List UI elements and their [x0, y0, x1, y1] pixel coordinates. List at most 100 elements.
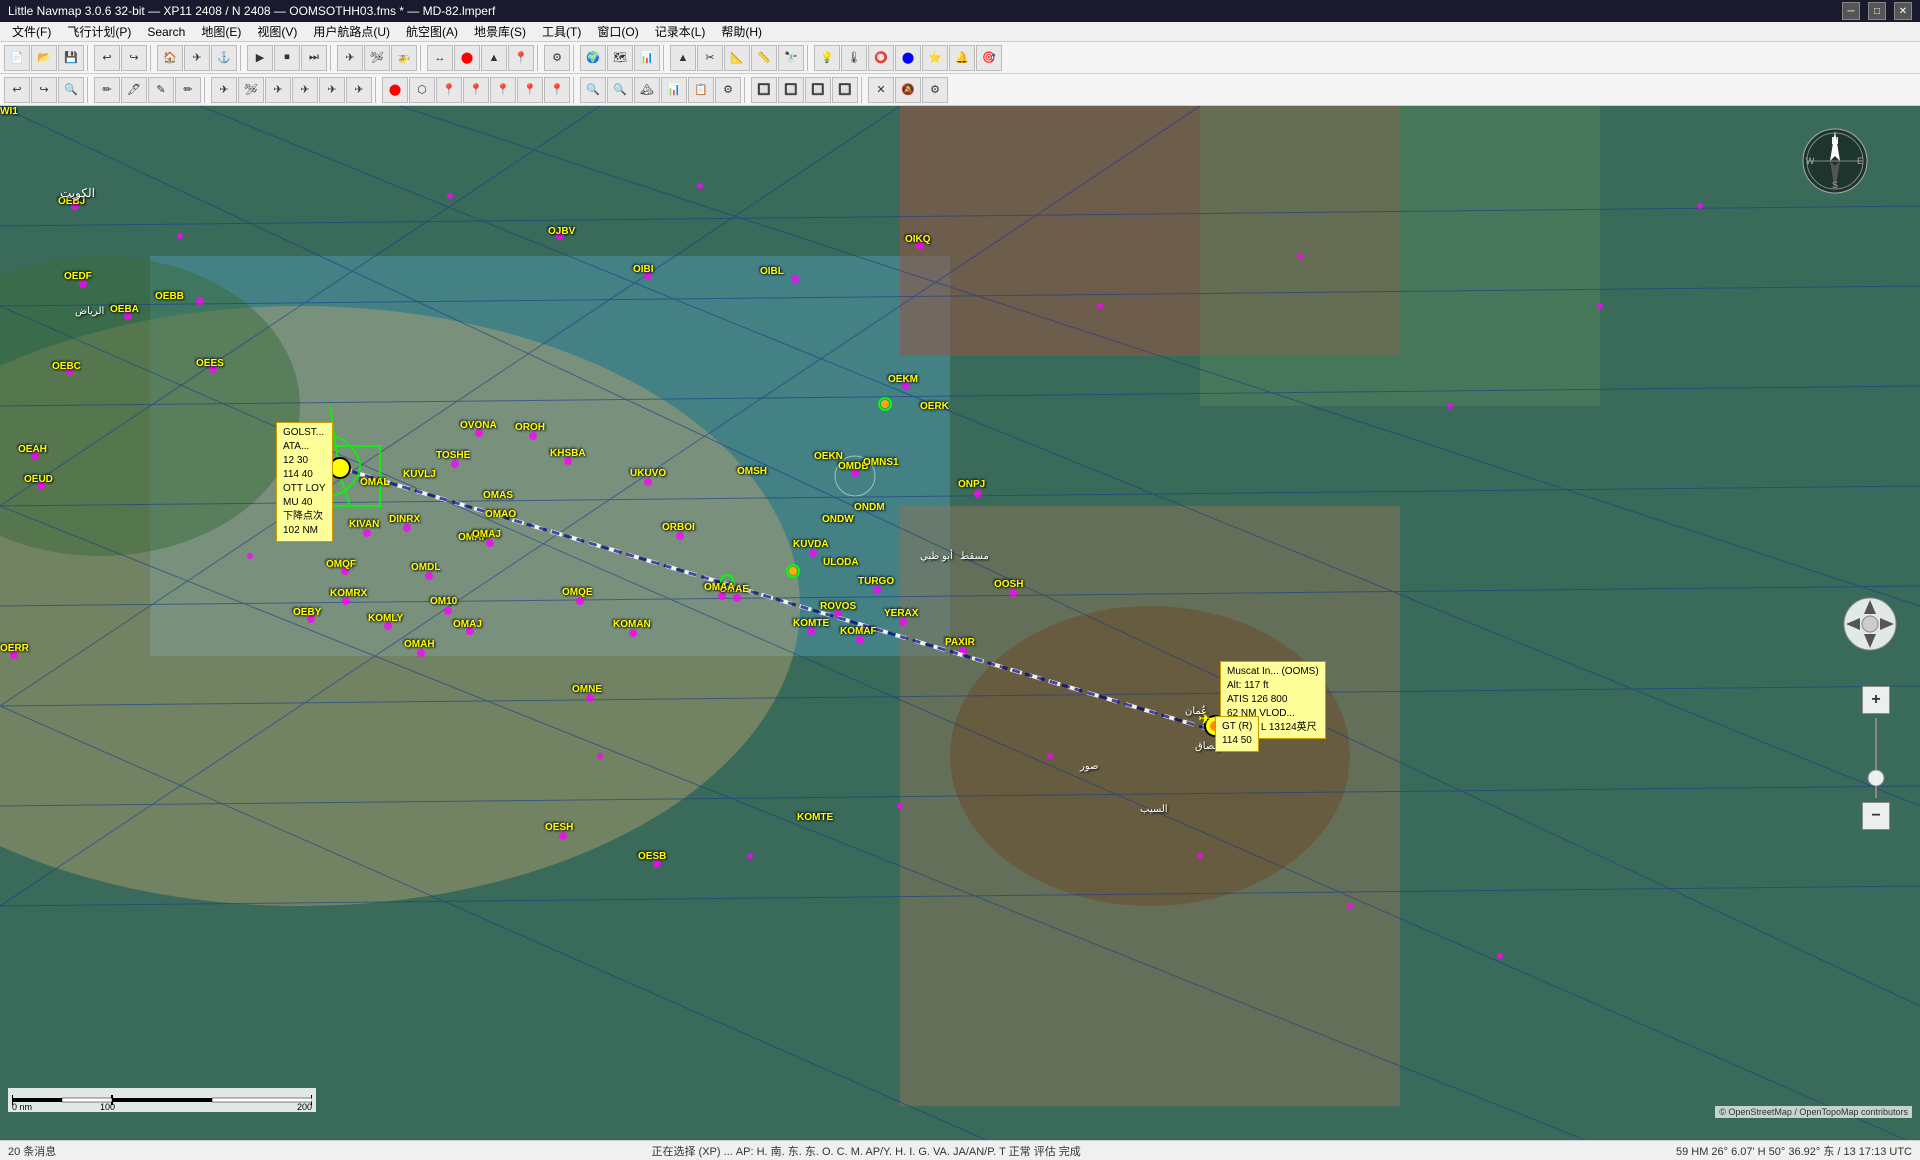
- tb2-red[interactable]: ⬤: [382, 77, 408, 103]
- tb2-redo[interactable]: ↪: [31, 77, 57, 103]
- tb2-ac1[interactable]: ✈: [211, 77, 237, 103]
- ruler-button[interactable]: 📏: [751, 45, 777, 71]
- menu-item-9[interactable]: 窗口(O): [589, 21, 646, 42]
- menu-item-1[interactable]: 飞行计划(P): [59, 21, 139, 42]
- svg-text:S: S: [1832, 180, 1838, 190]
- maximize-button[interactable]: □: [1868, 2, 1886, 20]
- titlebar-title: Little Navmap 3.0.6 32-bit — XP11 2408 /…: [8, 4, 495, 18]
- menu-item-10[interactable]: 记录本(L): [647, 21, 714, 42]
- tb2-mountain[interactable]: 🏔: [634, 77, 660, 103]
- tb2-pin5[interactable]: 📍: [544, 77, 570, 103]
- tb2-edit1[interactable]: ✏: [94, 77, 120, 103]
- route-button[interactable]: ↔: [427, 45, 453, 71]
- open-button[interactable]: 📂: [31, 45, 57, 71]
- tb2-sep1: [87, 77, 91, 103]
- tb2-pin3[interactable]: 📍: [490, 77, 516, 103]
- light-button[interactable]: 💡: [814, 45, 840, 71]
- scope-button[interactable]: 🔭: [778, 45, 804, 71]
- save-button[interactable]: 💾: [58, 45, 84, 71]
- svg-text:W: W: [1806, 156, 1815, 166]
- measure-button[interactable]: 📐: [724, 45, 750, 71]
- titlebar-controls: ─ □ ✕: [1842, 2, 1912, 20]
- minimize-button[interactable]: ─: [1842, 2, 1860, 20]
- menu-item-11[interactable]: 帮助(H): [713, 21, 770, 42]
- aircraft2-button[interactable]: ✈: [337, 45, 363, 71]
- zoom-out-button[interactable]: −: [1862, 802, 1890, 830]
- tb2-ac5[interactable]: ✈: [319, 77, 345, 103]
- tb2-ac6[interactable]: ✈: [346, 77, 372, 103]
- stop-button[interactable]: ⏹: [274, 45, 300, 71]
- compass: N S E W: [1800, 126, 1870, 196]
- anchor-button[interactable]: ⚓: [211, 45, 237, 71]
- aircraft3-button[interactable]: 🛩: [364, 45, 390, 71]
- tb2-pin1[interactable]: 📍: [436, 77, 462, 103]
- tb2-pin2[interactable]: 📍: [463, 77, 489, 103]
- blue-circle-button[interactable]: ⬤: [895, 45, 921, 71]
- circle-button[interactable]: ⭕: [868, 45, 894, 71]
- scalebar: 0 nm 100 200: [8, 1088, 316, 1112]
- redo-button[interactable]: ↪: [121, 45, 147, 71]
- play-button[interactable]: ▶: [247, 45, 273, 71]
- tb2-ac3[interactable]: ✈: [265, 77, 291, 103]
- tb2-rect3[interactable]: 🔲: [805, 77, 831, 103]
- zoom-in-button[interactable]: +: [1862, 686, 1890, 714]
- menu-item-5[interactable]: 用户航路点(U): [305, 21, 398, 42]
- toolbar2: ↩ ↪ 🔍 ✏ 🖊 ✎ ✏ ✈ 🛩 ✈ ✈ ✈ ✈ ⬤ ⬡ 📍 📍 📍 📍 📍 …: [0, 74, 1920, 106]
- heli-button[interactable]: 🚁: [391, 45, 417, 71]
- tb2-pin4[interactable]: 📍: [517, 77, 543, 103]
- menu-item-3[interactable]: 地图(E): [193, 21, 249, 42]
- red-circle-button[interactable]: ⬤: [454, 45, 480, 71]
- sep6: [537, 45, 541, 71]
- tb2-clipboard[interactable]: 📋: [688, 77, 714, 103]
- tb2-rect4[interactable]: 🔲: [832, 77, 858, 103]
- tb2-zoom2[interactable]: 🔍: [607, 77, 633, 103]
- menu-item-7[interactable]: 地景库(S): [466, 21, 534, 42]
- menu-item-0[interactable]: 文件(F): [4, 21, 59, 42]
- tb2-mute[interactable]: 🔕: [895, 77, 921, 103]
- tb2-rect1[interactable]: 🔲: [751, 77, 777, 103]
- undo-button[interactable]: ↩: [94, 45, 120, 71]
- tb2-edit2[interactable]: 🖊: [121, 77, 147, 103]
- menu-item-8[interactable]: 工具(T): [534, 21, 589, 42]
- tb2-chart2[interactable]: 📊: [661, 77, 687, 103]
- pin-button[interactable]: 📍: [508, 45, 534, 71]
- tb2-undo[interactable]: ↩: [4, 77, 30, 103]
- tb2-gear[interactable]: ⚙: [922, 77, 948, 103]
- menu-item-2[interactable]: Search: [139, 23, 193, 41]
- sep3: [240, 45, 244, 71]
- menu-item-4[interactable]: 视图(V): [249, 21, 305, 42]
- pan-control: [1842, 596, 1898, 652]
- tb2-rect2[interactable]: 🔲: [778, 77, 804, 103]
- menu-item-6[interactable]: 航空图(A): [398, 21, 466, 42]
- tb2-ac4[interactable]: ✈: [292, 77, 318, 103]
- chart-button[interactable]: 📊: [634, 45, 660, 71]
- new-button[interactable]: 📄: [4, 45, 30, 71]
- next-button[interactable]: ⏭: [301, 45, 327, 71]
- triangle2-button[interactable]: ▲: [670, 45, 696, 71]
- globe-button[interactable]: 🌍: [580, 45, 606, 71]
- tb2-zoom1[interactable]: 🔍: [580, 77, 606, 103]
- close-button[interactable]: ✕: [1894, 2, 1912, 20]
- tb2-settings2[interactable]: ⚙: [715, 77, 741, 103]
- tb2-edit3[interactable]: ✎: [148, 77, 174, 103]
- tb2-hex[interactable]: ⬡: [409, 77, 435, 103]
- tb2-ac2[interactable]: 🛩: [238, 77, 264, 103]
- scissors-button[interactable]: ✂: [697, 45, 723, 71]
- svg-text:100: 100: [100, 1102, 115, 1110]
- settings-button[interactable]: ⚙: [544, 45, 570, 71]
- map-container[interactable]: ✈ OJBV OIKQ OIBL OIBI OEBB OEBJ OEDF OEB…: [0, 106, 1920, 1140]
- tb2-search[interactable]: 🔍: [58, 77, 84, 103]
- target-button[interactable]: 🎯: [976, 45, 1002, 71]
- home-button[interactable]: 🏠: [157, 45, 183, 71]
- tb2-close[interactable]: ✕: [868, 77, 894, 103]
- tb2-edit4[interactable]: ✏: [175, 77, 201, 103]
- aircraft-button[interactable]: ✈: [184, 45, 210, 71]
- temp-button[interactable]: 🌡: [841, 45, 867, 71]
- sep9: [807, 45, 811, 71]
- map-button[interactable]: 🗺: [607, 45, 633, 71]
- star-button[interactable]: ⭐: [922, 45, 948, 71]
- status-messages: 20 条消息: [8, 1143, 56, 1159]
- triangle-button[interactable]: ▲: [481, 45, 507, 71]
- menubar: 文件(F)飞行计划(P)Search地图(E)视图(V)用户航路点(U)航空图(…: [0, 22, 1920, 42]
- bell-button[interactable]: 🔔: [949, 45, 975, 71]
